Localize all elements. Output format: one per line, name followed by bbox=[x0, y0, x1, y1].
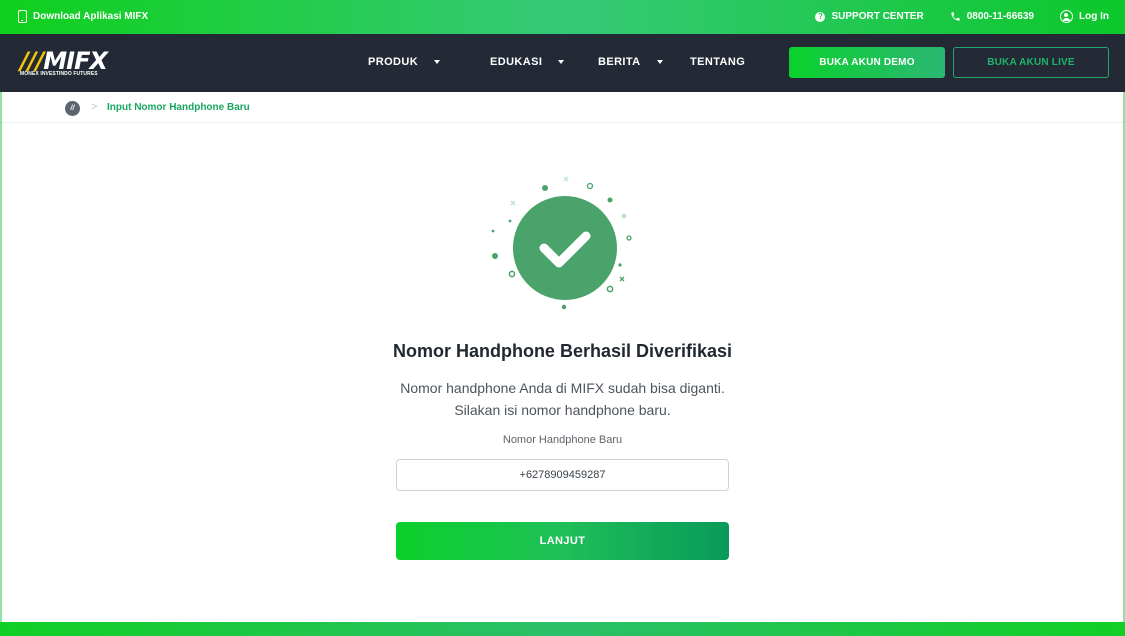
support-center-link[interactable]: ? SUPPORT CENTER bbox=[815, 11, 924, 22]
support-center-label: SUPPORT CENTER bbox=[831, 11, 924, 22]
confetti-dot bbox=[618, 263, 622, 267]
logo-subtext: MONEX INVESTINDO FUTURES bbox=[20, 71, 98, 77]
page-description: Nomor handphone Anda di MIFX sudah bisa … bbox=[0, 377, 1125, 421]
main-header: ///MIFX MONEX INVESTINDO FUTURES PRODUK … bbox=[0, 34, 1125, 92]
confetti-ring bbox=[606, 285, 614, 293]
nav-item-produk[interactable]: PRODUK bbox=[368, 56, 441, 68]
download-app-label: Download Aplikasi MIFX bbox=[33, 11, 149, 22]
login-label: Log In bbox=[1079, 11, 1109, 22]
top-promo-bar: Download Aplikasi MIFX ? SUPPORT CENTER … bbox=[0, 0, 1125, 34]
caret-down-icon bbox=[434, 60, 441, 64]
confetti-dot bbox=[491, 229, 495, 233]
confetti-dot bbox=[542, 185, 548, 191]
new-phone-input[interactable] bbox=[396, 459, 729, 491]
nav-item-tentang[interactable]: TENTANG bbox=[690, 56, 745, 68]
phone-field-label: Nomor Handphone Baru bbox=[502, 434, 623, 446]
mobile-phone-icon bbox=[18, 10, 27, 23]
breadcrumb-current: Input Nomor Handphone Baru bbox=[107, 102, 250, 113]
home-icon[interactable]: // bbox=[65, 101, 80, 116]
user-icon bbox=[1060, 10, 1073, 23]
next-button[interactable]: LANJUT bbox=[396, 522, 729, 560]
breadcrumb-separator-icon: > bbox=[91, 101, 98, 113]
description-line-1: Nomor handphone Anda di MIFX sudah bisa … bbox=[400, 380, 725, 396]
phone-icon bbox=[951, 12, 960, 21]
nav-item-label: PRODUK bbox=[368, 56, 419, 68]
confetti-dot bbox=[607, 197, 613, 203]
confetti-dot bbox=[561, 304, 567, 310]
confetti-dot bbox=[492, 253, 498, 259]
description-line-2: Silakan isi nomor handphone baru. bbox=[454, 402, 671, 418]
confetti-ring bbox=[508, 270, 516, 278]
nav-item-label: BERITA bbox=[598, 56, 641, 68]
confetti-ring bbox=[586, 182, 594, 190]
footer-strip bbox=[0, 622, 1125, 636]
open-demo-account-button[interactable]: BUKA AKUN DEMO bbox=[789, 47, 945, 78]
nav-item-berita[interactable]: BERITA bbox=[598, 56, 663, 68]
phone-number: 0800-11-66639 bbox=[966, 11, 1034, 22]
confetti-ring bbox=[626, 235, 632, 241]
nav-item-label: TENTANG bbox=[690, 56, 746, 68]
confetti-cross bbox=[510, 200, 516, 206]
open-live-account-button[interactable]: BUKA AKUN LIVE bbox=[953, 47, 1109, 78]
nav-item-edukasi[interactable]: EDUKASI bbox=[490, 56, 565, 68]
nav-item-label: EDUKASI bbox=[490, 56, 543, 68]
confetti-cross bbox=[619, 276, 625, 282]
question-icon: ? bbox=[815, 11, 826, 22]
breadcrumb: // > Input Nomor Handphone Baru bbox=[0, 92, 1125, 123]
login-link[interactable]: Log In bbox=[1060, 10, 1109, 23]
page-title: Nomor Handphone Berhasil Diverifikasi bbox=[392, 341, 733, 361]
download-app-link[interactable]: Download Aplikasi MIFX bbox=[18, 10, 148, 23]
confetti-cross bbox=[563, 176, 569, 182]
success-circle bbox=[513, 196, 617, 300]
confetti-dot bbox=[508, 219, 512, 223]
caret-down-icon bbox=[656, 60, 663, 64]
caret-down-icon bbox=[558, 60, 565, 64]
phone-link[interactable]: 0800-11-66639 bbox=[950, 11, 1034, 22]
confetti-dot bbox=[621, 213, 627, 219]
success-illustration bbox=[491, 176, 632, 310]
mifx-logo[interactable]: ///MIFX MONEX INVESTINDO FUTURES bbox=[20, 48, 120, 82]
